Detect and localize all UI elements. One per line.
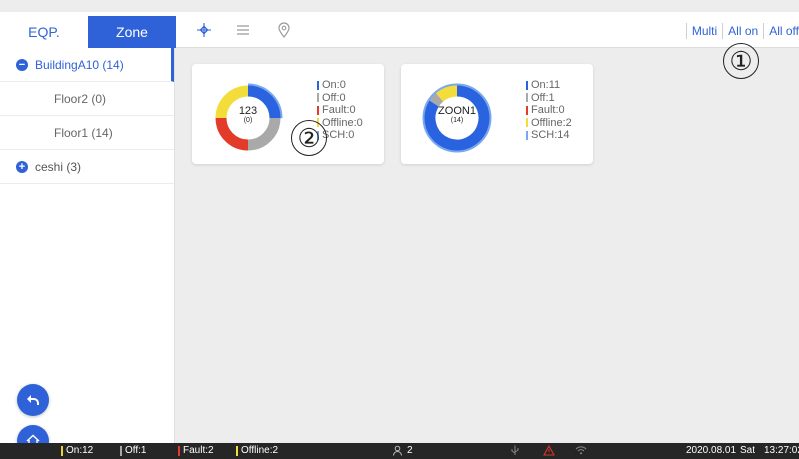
status-time: 13:27:02	[764, 445, 799, 456]
legend-offline: Offline:2	[526, 117, 572, 130]
tab-eqp[interactable]: EQP.	[0, 16, 88, 48]
status-date: 2020.08.01	[686, 445, 737, 456]
sidebar-item-label: ceshi (3)	[35, 159, 82, 174]
legend-on: On:11	[526, 79, 572, 92]
sidebar-item-label: Floor2 (0)	[54, 91, 107, 106]
legend-sch: SCH:14	[526, 129, 572, 142]
status-day: Sat	[740, 445, 756, 456]
location-icon[interactable]	[276, 22, 292, 38]
legend-fault: Fault:0	[317, 104, 363, 117]
zone-name: ZOON1	[438, 105, 476, 117]
top-bar: EQP. Zone Multi All on All off	[0, 12, 799, 48]
divider	[685, 23, 687, 39]
user-icon	[393, 445, 402, 456]
zone-status-legend: On:11 Off:1 Fault:0 Offline:2 SCH:14	[526, 79, 572, 142]
back-arrow-icon	[27, 395, 39, 405]
status-off-count: Off:1	[120, 445, 147, 456]
zone-name: 123	[238, 105, 258, 117]
legend-off: Off:0	[317, 92, 363, 105]
network-icon[interactable]	[196, 22, 212, 38]
zone-device-count: (14)	[450, 117, 464, 124]
status-fault-count: Fault:2	[178, 445, 214, 456]
status-on-count: On:12	[61, 445, 93, 456]
sidebar-item-label: Floor1 (14)	[54, 125, 113, 140]
status-bar: On:12 Off:1 Fault:2 Offline:2 2 2020.08.…	[0, 443, 799, 459]
tab-zone[interactable]: Zone	[88, 16, 176, 48]
annotation-marker-1: ①	[723, 43, 759, 79]
legend-fault: Fault:0	[526, 104, 572, 117]
online-users: 2	[392, 445, 413, 456]
sidebar-item-ceshi[interactable]: + ceshi (3)	[0, 150, 174, 184]
all-on-button[interactable]: All on	[728, 24, 758, 38]
back-button[interactable]	[17, 384, 49, 416]
bulk-actions: Multi All on All off	[681, 23, 799, 39]
sidebar-item-label: BuildingA10 (14)	[35, 57, 124, 72]
divider	[763, 23, 765, 39]
zone-tree-sidebar: − BuildingA10 (14) Floor2 (0) Floor1 (14…	[0, 48, 175, 443]
annotation-marker-2: ②	[291, 120, 327, 156]
warning-icon[interactable]	[543, 445, 555, 456]
zone-device-count: (0)	[243, 117, 253, 124]
zone-card-123[interactable]: 123 (0) On:0 Off:0 Fault:0 Offline:0 SCH…	[192, 64, 384, 164]
sidebar-item-floor2[interactable]: Floor2 (0)	[0, 82, 174, 116]
legend-on: On:0	[317, 79, 363, 92]
plus-circle-icon[interactable]: +	[16, 160, 28, 173]
sidebar-item-buildinga10[interactable]: − BuildingA10 (14)	[0, 48, 174, 82]
wifi-icon	[575, 445, 587, 455]
divider	[722, 23, 724, 39]
all-off-button[interactable]: All off	[769, 24, 799, 38]
list-icon[interactable]	[235, 22, 251, 38]
status-offline-count: Offline:2	[236, 445, 278, 456]
zone-card-zoon1[interactable]: ZOON1 (14) On:11 Off:1 Fault:0 Offline:2…	[401, 64, 593, 164]
multi-button[interactable]: Multi	[692, 24, 717, 38]
usb-icon	[510, 445, 520, 456]
sidebar-item-floor1[interactable]: Floor1 (14)	[0, 116, 174, 150]
legend-off: Off:1	[526, 92, 572, 105]
minus-circle-icon[interactable]: −	[16, 58, 28, 71]
